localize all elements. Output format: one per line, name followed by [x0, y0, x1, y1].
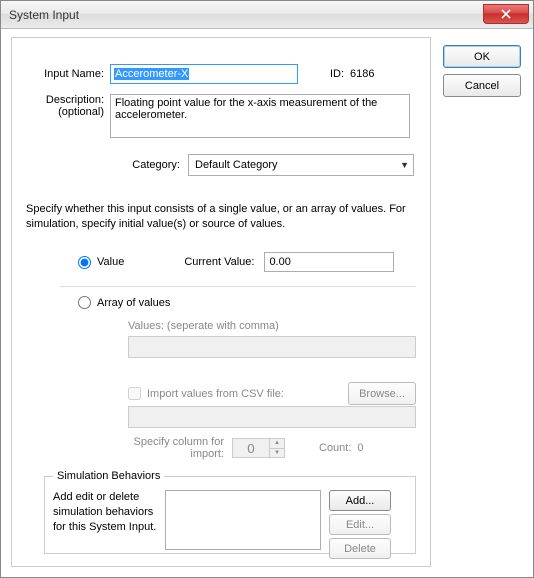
count-value: 0	[357, 442, 363, 454]
array-radio-input[interactable]	[78, 296, 91, 309]
sim-edit-button: Edit...	[329, 514, 391, 535]
values-field	[128, 336, 416, 358]
simulation-help-text: Add edit or delete simulation behaviors …	[53, 490, 157, 535]
cancel-button[interactable]: Cancel	[443, 74, 521, 97]
value-radio-label: Value	[97, 256, 124, 268]
import-column-label: Specify column for import:	[128, 436, 224, 460]
content: OK Cancel Input Name: Accerometer-X ID: …	[1, 29, 533, 577]
category-value: Default Category	[195, 159, 278, 171]
sim-add-button[interactable]: Add...	[329, 490, 391, 511]
array-radio-label: Array of values	[97, 297, 170, 309]
dialog-buttons: OK Cancel	[443, 45, 521, 97]
divider	[60, 286, 416, 287]
input-name-field[interactable]: Accerometer-X	[110, 64, 298, 84]
current-value-field[interactable]	[264, 252, 394, 272]
system-input-dialog: System Input OK Cancel Input Name: Accer…	[0, 0, 534, 578]
import-checkbox: Import values from CSV file:	[128, 387, 284, 400]
close-button[interactable]	[483, 4, 529, 24]
spinner-up-icon: ▲	[269, 439, 284, 449]
description-field[interactable]: Floating point value for the x-axis meas…	[110, 94, 410, 138]
id-label: ID:	[298, 68, 344, 80]
instructions-text: Specify whether this input consists of a…	[26, 202, 416, 232]
input-name-value: Accerometer-X	[114, 68, 189, 80]
spinner-buttons: ▲ ▼	[269, 439, 284, 457]
input-name-label: Input Name:	[12, 68, 104, 80]
import-checkbox-input	[128, 387, 141, 400]
simulation-behaviors-group: Simulation Behaviors Add edit or delete …	[44, 470, 416, 554]
import-path-field	[128, 406, 416, 428]
simulation-list[interactable]	[165, 490, 321, 550]
category-label: Category:	[12, 159, 180, 171]
category-select[interactable]: Default Category ▼	[188, 154, 414, 176]
ok-button[interactable]: OK	[443, 45, 521, 68]
value-radio-input[interactable]	[78, 256, 91, 269]
array-radio[interactable]: Array of values	[78, 296, 170, 309]
titlebar-buttons	[483, 5, 533, 24]
close-icon	[501, 9, 511, 19]
current-value-label: Current Value:	[184, 256, 254, 268]
import-checkbox-label: Import values from CSV file:	[147, 388, 284, 400]
count-label: Count:	[319, 442, 351, 454]
chevron-down-icon: ▼	[400, 160, 409, 170]
titlebar: System Input	[1, 1, 533, 29]
browse-button: Browse...	[348, 382, 416, 405]
import-column-value	[233, 439, 269, 457]
description-label: Description: (optional)	[12, 94, 104, 118]
id-value: 6186	[350, 64, 374, 84]
value-radio[interactable]: Value	[78, 256, 124, 269]
form-panel: Input Name: Accerometer-X ID: 6186 Descr…	[11, 37, 431, 567]
import-column-spinner: ▲ ▼	[232, 438, 285, 458]
values-label: Values: (seperate with comma)	[128, 320, 279, 332]
spinner-down-icon: ▼	[269, 449, 284, 458]
window-title: System Input	[9, 8, 79, 22]
sim-delete-button: Delete	[329, 538, 391, 559]
simulation-behaviors-legend: Simulation Behaviors	[53, 470, 164, 482]
